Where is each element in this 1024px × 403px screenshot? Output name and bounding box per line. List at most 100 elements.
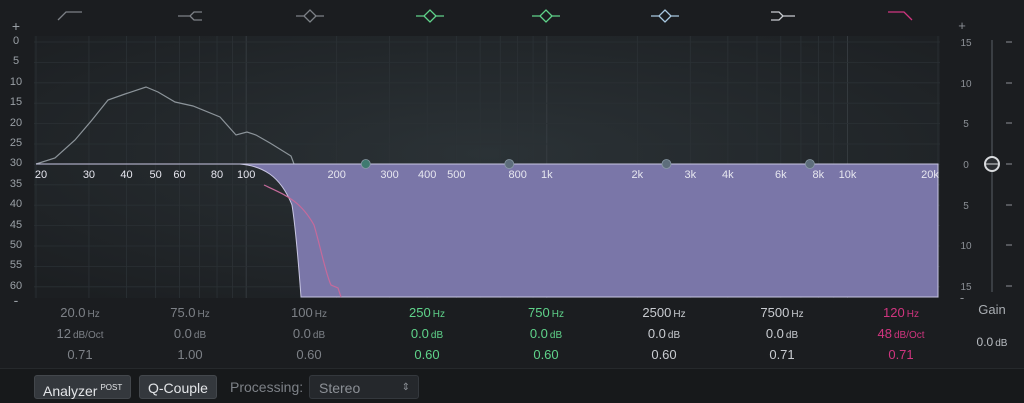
freq-tick-label: 1k bbox=[541, 169, 553, 181]
band-q[interactable]: 0.71 bbox=[846, 344, 956, 365]
gain-scale-label: 5 bbox=[963, 119, 969, 130]
db-scale-label: 40 bbox=[9, 198, 23, 211]
db-scale-label: 60 bbox=[9, 279, 23, 292]
band-q-value: 0.71 bbox=[888, 347, 914, 362]
plus-icon: + bbox=[11, 18, 21, 34]
band-frequency-unit: Hz bbox=[314, 309, 327, 320]
gain-scale-label: 15 bbox=[960, 38, 972, 49]
lowshelf-icon[interactable] bbox=[178, 11, 202, 21]
band-frequency[interactable]: 120 Hz bbox=[846, 302, 956, 323]
processing-label: Processing: bbox=[230, 379, 304, 395]
freq-tick-label: 30 bbox=[83, 169, 95, 181]
band-gain[interactable]: 0.0 dB bbox=[372, 323, 482, 344]
highshelf-icon[interactable] bbox=[771, 11, 795, 21]
band-params-6: 2500 Hz 0.0 dB 0.60 bbox=[609, 302, 719, 365]
band-gain[interactable]: 0.0 dB bbox=[727, 323, 837, 344]
band-frequency-value: 750 bbox=[528, 305, 550, 320]
band-frequency-value: 75.0 bbox=[170, 305, 196, 320]
band-frequency-unit: Hz bbox=[87, 309, 100, 320]
band-q[interactable]: 0.60 bbox=[372, 344, 482, 365]
band-params-2: 75.0 Hz 0.0 dB 1.00 bbox=[135, 302, 245, 365]
minus-icon: - bbox=[13, 292, 19, 308]
updown-icon: ⇕ bbox=[401, 382, 410, 393]
band-gain-value: 0.0 bbox=[529, 326, 548, 341]
db-scale-label: 45 bbox=[9, 218, 23, 231]
db-scale-label: 30 bbox=[9, 157, 23, 170]
db-scale-label: 55 bbox=[9, 259, 23, 272]
freq-tick-label: 20k bbox=[921, 169, 939, 181]
db-scale-label: 15 bbox=[9, 96, 23, 109]
band-frequency[interactable]: 7500 Hz bbox=[727, 302, 837, 323]
freq-tick-label: 8k bbox=[813, 169, 825, 181]
freq-tick-label: 300 bbox=[380, 169, 398, 181]
band-gain[interactable]: 0.0 dB bbox=[491, 323, 601, 344]
band-frequency-unit: Hz bbox=[673, 309, 686, 320]
band-frequency[interactable]: 750 Hz bbox=[491, 302, 601, 323]
band-q[interactable]: 0.60 bbox=[491, 344, 601, 365]
band-gain[interactable]: 0.0 dB bbox=[254, 323, 364, 344]
gain-scale-label: 10 bbox=[960, 241, 972, 252]
band-q[interactable]: 0.60 bbox=[609, 344, 719, 365]
bell-icon[interactable] bbox=[651, 9, 679, 23]
band-node[interactable] bbox=[661, 159, 672, 169]
band-q[interactable]: 0.71 bbox=[25, 344, 135, 365]
freq-tick-label: 6k bbox=[775, 169, 787, 181]
lowcut-icon[interactable] bbox=[57, 11, 82, 21]
db-scale-label: 0 bbox=[12, 35, 20, 47]
band-frequency-value: 100 bbox=[291, 305, 313, 320]
band-gain-value: 12 bbox=[56, 326, 71, 341]
band-frequency[interactable]: 250 Hz bbox=[372, 302, 482, 323]
band-node[interactable] bbox=[360, 159, 371, 169]
freq-tick-label: 400 bbox=[418, 169, 436, 181]
gain-value[interactable]: 0.0 dB bbox=[962, 335, 1022, 349]
band-gain-unit: dB/Oct bbox=[893, 330, 925, 341]
band-frequency-unit: Hz bbox=[906, 309, 919, 320]
band-frequency[interactable]: 100 Hz bbox=[254, 302, 364, 323]
band-frequency-unit: Hz bbox=[432, 309, 445, 320]
band-gain[interactable]: 0.0 dB bbox=[609, 323, 719, 344]
band-frequency-value: 250 bbox=[409, 305, 431, 320]
highcut-icon[interactable] bbox=[888, 11, 913, 21]
band-frequency[interactable]: 75.0 Hz bbox=[135, 302, 245, 323]
band-gain-value: 0.0 bbox=[173, 326, 192, 341]
band-frequency[interactable]: 2500 Hz bbox=[609, 302, 719, 323]
band-q-value: 0.71 bbox=[769, 347, 795, 362]
band-node[interactable] bbox=[805, 159, 815, 169]
gain-scale-label: 5 bbox=[963, 201, 969, 212]
band-gain[interactable]: 48 dB/Oct bbox=[846, 323, 956, 344]
q-couple-button[interactable]: Q-Couple bbox=[139, 375, 217, 399]
db-scale-label: 50 bbox=[9, 239, 23, 251]
eq-panel: 20 30 40 50 60 80 100 200 300 400 500 800 1k 2k 3k 4k 6k… bbox=[0, 0, 1024, 403]
band-frequency-value: 20.0 bbox=[60, 305, 86, 320]
band-gain-unit: dB bbox=[193, 330, 207, 341]
bell-icon[interactable] bbox=[296, 9, 324, 23]
bell-icon[interactable] bbox=[532, 9, 560, 23]
freq-tick-label: 50 bbox=[150, 169, 162, 181]
plus-icon: + bbox=[958, 18, 966, 33]
gain-scale-label: 10 bbox=[960, 79, 972, 90]
band-gain-value: 0.0 bbox=[765, 326, 784, 341]
band-node[interactable] bbox=[504, 159, 515, 169]
band-q-value: 0.60 bbox=[651, 347, 677, 362]
freq-tick-label: 2k bbox=[632, 169, 644, 181]
gain-title: Gain bbox=[978, 302, 1006, 317]
db-scale-label: 35 bbox=[9, 177, 23, 190]
band-params-4: 250 Hz 0.0 dB 0.60 bbox=[372, 302, 482, 365]
band-gain[interactable]: 12 dB/Oct bbox=[25, 323, 135, 344]
band-q-value: 0.60 bbox=[533, 347, 559, 362]
freq-tick-label: 80 bbox=[211, 169, 223, 181]
band-q[interactable]: 0.71 bbox=[727, 344, 837, 365]
analyzer-button[interactable]: Analyzer POST bbox=[34, 375, 132, 399]
band-frequency[interactable]: 20.0 Hz bbox=[25, 302, 135, 323]
band-params-1: 20.0 Hz 12 dB/Oct 0.71 bbox=[25, 302, 135, 365]
band-q-value: 1.00 bbox=[177, 347, 203, 362]
band-q[interactable]: 1.00 bbox=[135, 344, 245, 365]
band-gain-value: 0.0 bbox=[647, 326, 666, 341]
band-gain[interactable]: 0.0 dB bbox=[135, 323, 245, 344]
band-params-5: 750 Hz 0.0 dB 0.60 bbox=[491, 302, 601, 365]
band-q[interactable]: 0.60 bbox=[254, 344, 364, 365]
freq-tick-label: 60 bbox=[173, 169, 185, 181]
processing-select[interactable]: Stereo ⇕ bbox=[309, 375, 419, 399]
bell-icon[interactable] bbox=[416, 9, 444, 23]
band-params-3: 100 Hz 0.0 dB 0.60 bbox=[254, 302, 364, 365]
